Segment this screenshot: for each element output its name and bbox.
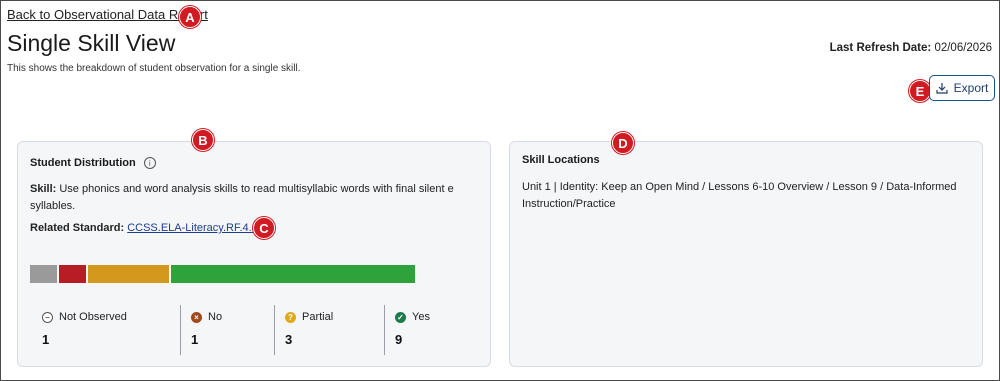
bar-segment-yes xyxy=(171,265,415,283)
student-distribution-card: Student Distribution i Skill: Use phonic… xyxy=(17,141,491,367)
bar-segment-not-observed xyxy=(30,265,57,283)
callout-marker-a: A xyxy=(179,6,201,28)
stat-label: Partial xyxy=(302,311,334,323)
page-title: Single Skill View xyxy=(7,30,176,56)
bar-segment-no xyxy=(59,265,86,283)
related-standard-link[interactable]: CCSS.ELA-Literacy.RF.4.3 xyxy=(127,222,258,234)
related-standard-label: Related Standard: xyxy=(30,222,125,234)
stat-no: × No 1 xyxy=(180,305,274,355)
last-refresh-date: 02/06/2026 xyxy=(934,42,992,54)
stat-value: 1 xyxy=(191,332,199,347)
page-description: This shows the breakdown of student obse… xyxy=(7,63,301,74)
back-to-report-link[interactable]: Back to Observational Data Report xyxy=(7,7,208,22)
callout-marker-b: B xyxy=(192,129,214,151)
distribution-stats: – Not Observed 1 × No 1 ? Partial 3 ✓ Yes 9 xyxy=(30,305,480,355)
last-refresh-info: Last Refresh Date: 02/06/2026 xyxy=(830,42,992,54)
distribution-title: Student Distribution xyxy=(30,157,136,169)
bar-segment-partial xyxy=(88,265,169,283)
stat-yes: ✓ Yes 9 xyxy=(384,305,474,355)
question-circle-icon: ? xyxy=(285,311,296,323)
skill-label: Skill: xyxy=(30,183,57,195)
stat-value: 1 xyxy=(42,332,50,347)
related-standard: Related Standard: CCSS.ELA-Literacy.RF.4… xyxy=(30,222,258,234)
stat-value: 9 xyxy=(395,332,403,347)
stat-value: 3 xyxy=(285,332,293,347)
callout-marker-c: C xyxy=(253,217,275,239)
skill-locations-text: Unit 1 | Identity: Keep an Open Mind / L… xyxy=(522,181,957,210)
x-circle-icon: × xyxy=(191,311,202,323)
skill-text: Use phonics and word analysis skills to … xyxy=(30,183,454,212)
distribution-bar xyxy=(30,265,415,283)
skill-description: Skill: Use phonics and word analysis ski… xyxy=(30,181,480,215)
stat-label: Not Observed xyxy=(59,311,127,323)
info-icon[interactable]: i xyxy=(143,157,156,169)
callout-marker-e: E xyxy=(909,80,931,102)
skill-locations-card: Skill Locations Unit 1 | Identity: Keep … xyxy=(509,141,983,367)
last-refresh-label: Last Refresh Date: xyxy=(829,42,932,54)
export-button[interactable]: Export xyxy=(929,75,995,101)
check-circle-icon: ✓ xyxy=(395,311,406,323)
stat-not-observed: – Not Observed 1 xyxy=(30,305,180,355)
stat-partial: ? Partial 3 xyxy=(274,305,384,355)
skill-locations-title: Skill Locations xyxy=(522,154,600,166)
callout-marker-d: D xyxy=(612,132,634,154)
stat-label: Yes xyxy=(412,311,430,323)
minus-circle-icon: – xyxy=(42,311,53,323)
stat-label: No xyxy=(208,311,223,323)
download-icon xyxy=(936,83,948,94)
distribution-title-row: Student Distribution i xyxy=(30,157,156,169)
export-label: Export xyxy=(953,81,989,95)
app-frame: Back to Observational Data Report A Sing… xyxy=(0,0,1000,381)
